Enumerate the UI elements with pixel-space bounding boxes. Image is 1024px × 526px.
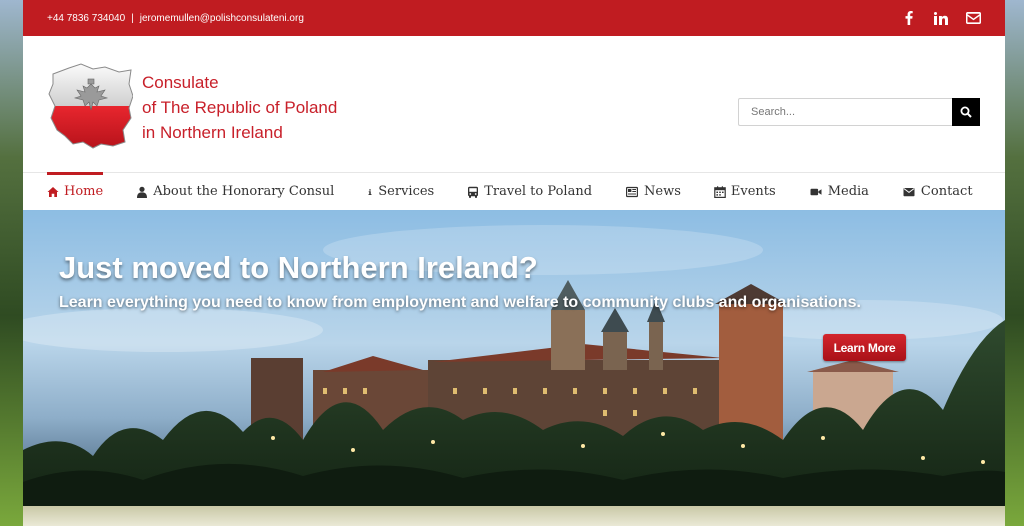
background-scenery-left [0, 0, 23, 526]
contact-info: +44 7836 734040 | jeromemullen@polishcon… [47, 13, 304, 24]
nav-label-events: Events [730, 184, 776, 199]
content-area-top [23, 506, 1005, 526]
phone-number: +44 7836 734040 [47, 12, 126, 24]
envelope-icon [903, 187, 915, 196]
nav-label-media: Media [827, 184, 869, 199]
video-camera-icon [810, 188, 822, 195]
nav-item-home[interactable]: Home [47, 171, 104, 211]
site-title-line-3: in Northern Ireland [142, 123, 283, 142]
facebook-icon[interactable] [901, 10, 917, 26]
home-icon [47, 186, 59, 197]
site-title[interactable]: Consulate of The Republic of Poland in N… [142, 70, 337, 145]
nav-item-travel[interactable]: Travel to Poland [467, 173, 592, 211]
page-wrapper: +44 7836 734040 | jeromemullen@polishcon… [23, 0, 1005, 526]
search-input[interactable] [738, 98, 952, 126]
site-title-line-2: of The Republic of Poland [142, 98, 338, 117]
bus-icon [468, 186, 479, 198]
linkedin-icon[interactable] [933, 10, 949, 26]
email-link[interactable]: jeromemullen@polishconsulateni.org [140, 13, 304, 24]
hero-slider[interactable]: Just moved to Northern Ireland? Learn ev… [23, 210, 1005, 506]
top-bar: +44 7836 734040 | jeromemullen@polishcon… [23, 0, 1005, 36]
nav-item-media[interactable]: Media [809, 173, 869, 211]
nav-label-contact: Contact [920, 184, 973, 199]
nav-label-services: Services [378, 184, 435, 199]
main-navigation: Home About the Honorary Consul Services … [23, 171, 1005, 216]
info-icon [368, 188, 372, 195]
search-form [738, 98, 980, 126]
hero-title: Just moved to Northern Ireland? [59, 250, 538, 285]
nav-label-travel: Travel to Poland [484, 184, 593, 199]
hero-subtitle: Learn everything you need to know from e… [59, 294, 861, 311]
user-icon [137, 186, 148, 198]
poland-map-logo[interactable] [47, 60, 134, 150]
newspaper-icon [626, 186, 639, 197]
nav-label-news: News [644, 184, 681, 199]
background-scenery-right [1005, 0, 1024, 526]
nav-label-home: Home [64, 184, 104, 199]
social-links [901, 10, 981, 26]
nav-item-events[interactable]: Events [714, 173, 776, 211]
nav-label-about: About the Honorary Consul [153, 184, 335, 199]
contact-separator: | [131, 12, 134, 24]
calendar-icon [714, 185, 726, 198]
nav-item-about[interactable]: About the Honorary Consul [136, 173, 334, 211]
nav-item-contact[interactable]: Contact [902, 173, 973, 211]
search-icon [960, 106, 972, 118]
nav-item-services[interactable]: Services [367, 173, 434, 211]
nav-item-news[interactable]: News [625, 173, 681, 211]
email-icon[interactable] [965, 10, 981, 26]
site-title-line-1: Consulate [142, 73, 219, 92]
site-header: Consulate of The Republic of Poland in N… [23, 36, 1005, 172]
learn-more-button[interactable]: Learn More [823, 334, 906, 361]
search-button[interactable] [952, 98, 980, 126]
